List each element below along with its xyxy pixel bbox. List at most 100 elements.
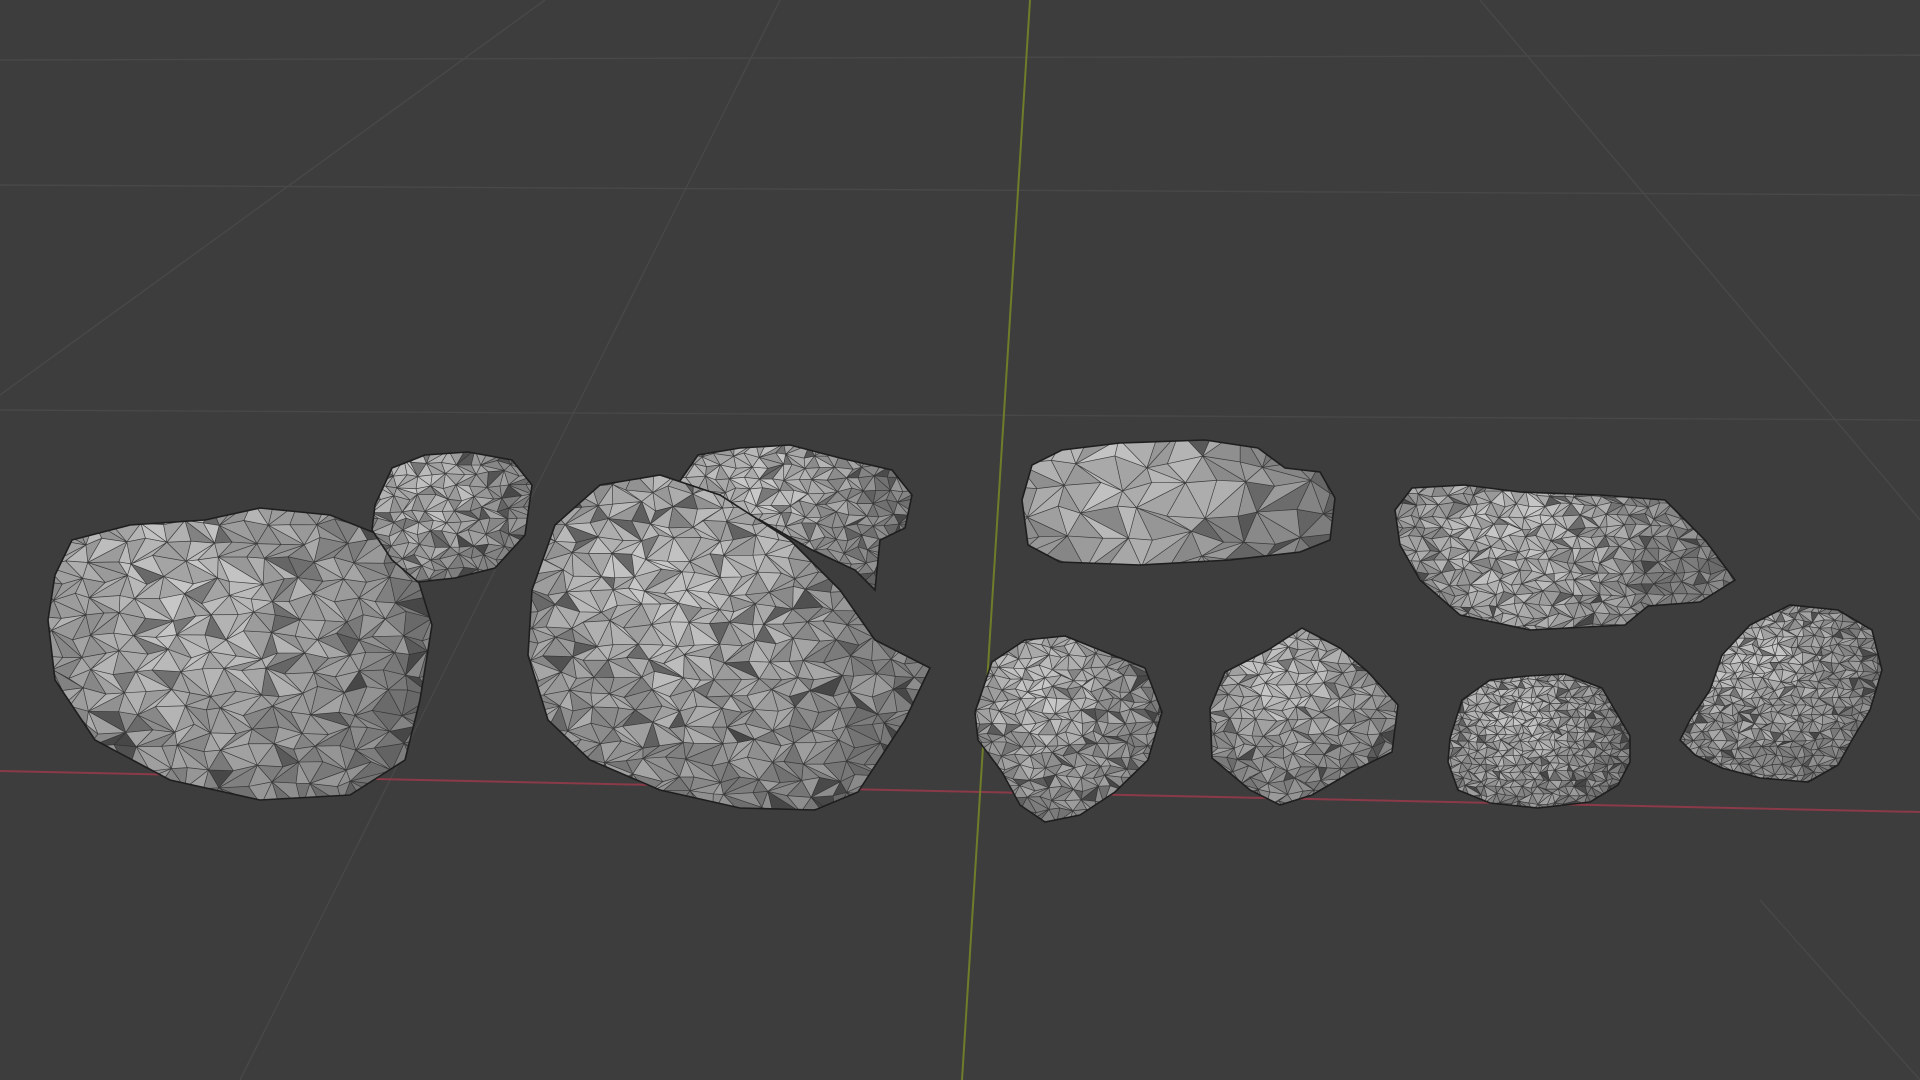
mesh-face xyxy=(908,536,926,559)
mesh-face xyxy=(787,445,810,446)
mesh-face xyxy=(1390,636,1398,650)
mesh-face xyxy=(951,663,973,671)
mesh-face xyxy=(881,548,899,563)
mesh-face xyxy=(1225,556,1266,565)
mesh-face xyxy=(48,525,49,541)
mesh-face xyxy=(531,494,532,507)
mesh-face xyxy=(383,781,401,800)
mesh-face xyxy=(1176,801,1191,813)
mesh-face xyxy=(1196,755,1209,770)
mesh-face xyxy=(1266,628,1284,639)
mesh-face xyxy=(400,781,432,800)
mesh-face xyxy=(919,502,930,526)
mesh-face xyxy=(356,804,393,825)
mesh-face xyxy=(975,676,979,692)
mesh-face xyxy=(184,508,212,521)
mesh-face xyxy=(975,799,977,810)
rock-medium-2[interactable] xyxy=(1193,612,1428,820)
mesh-face xyxy=(1697,612,1717,628)
mesh-face xyxy=(1157,809,1162,821)
mesh-face xyxy=(1210,793,1214,805)
mesh-face xyxy=(777,428,788,444)
mesh-face xyxy=(1157,787,1162,800)
mesh-face xyxy=(910,499,912,516)
mesh-face xyxy=(1407,687,1427,697)
mesh-face xyxy=(1320,628,1346,640)
y-axis-line xyxy=(961,0,1031,1080)
mesh-face xyxy=(1211,648,1234,660)
mesh-face xyxy=(423,805,446,824)
mesh-face xyxy=(1577,637,1597,647)
mesh-face xyxy=(1412,595,1425,606)
mesh-face xyxy=(927,761,930,779)
mesh-face xyxy=(1376,789,1397,805)
mesh-face xyxy=(441,707,475,734)
mesh-face xyxy=(999,558,1015,582)
mesh-face xyxy=(867,455,891,466)
mesh-face xyxy=(1170,688,1185,702)
mesh-face xyxy=(1154,754,1162,770)
mesh-face xyxy=(900,458,912,465)
mesh-face xyxy=(890,575,924,588)
mesh-face xyxy=(1210,779,1230,796)
mesh-face xyxy=(377,804,401,827)
mesh-face xyxy=(1668,469,1682,484)
mesh-face xyxy=(1703,485,1726,497)
mesh-face xyxy=(943,779,972,797)
mesh-face xyxy=(529,452,532,463)
mesh-face xyxy=(1472,637,1495,650)
mesh-face xyxy=(1754,503,1768,513)
mesh-face xyxy=(1690,612,1704,628)
mesh-face xyxy=(881,539,901,562)
mesh-face xyxy=(1235,628,1256,629)
mesh-face xyxy=(1380,638,1398,651)
mesh-face xyxy=(1151,820,1162,822)
mesh-face xyxy=(1395,791,1398,805)
mesh-face xyxy=(978,812,998,822)
mesh-face xyxy=(1708,606,1726,613)
mesh-face xyxy=(1627,471,1650,482)
mesh-face xyxy=(708,815,727,828)
mesh-face xyxy=(1010,820,1029,822)
mesh-face xyxy=(1424,605,1444,613)
3d-viewport[interactable] xyxy=(0,0,1920,1080)
mesh-face xyxy=(1729,502,1735,519)
mesh-face xyxy=(552,760,578,782)
mesh-face xyxy=(537,518,547,530)
mesh-face xyxy=(1211,615,1231,627)
mesh-face xyxy=(975,767,997,779)
mesh-face xyxy=(1160,666,1162,680)
mesh-face xyxy=(900,445,912,459)
mesh-face xyxy=(1132,645,1152,660)
mesh-face xyxy=(923,489,933,505)
rock-flat-plate-right[interactable] xyxy=(1379,469,1769,652)
mesh-face xyxy=(1176,711,1190,725)
mesh-face xyxy=(667,455,688,474)
mesh-face xyxy=(1716,606,1733,613)
mesh-face xyxy=(542,506,559,524)
mesh-face xyxy=(288,481,313,503)
mesh-face xyxy=(203,508,220,526)
mesh-face xyxy=(846,575,864,589)
mesh-face xyxy=(922,536,930,558)
mesh-face xyxy=(528,573,534,588)
mesh-face xyxy=(184,788,210,800)
mesh-face xyxy=(1102,622,1113,635)
viewport-canvas[interactable] xyxy=(0,0,1920,1080)
rock-flat-slab[interactable] xyxy=(988,403,1405,595)
mesh-face xyxy=(1684,496,1702,506)
mesh-face xyxy=(1696,485,1704,497)
mesh-face xyxy=(1720,513,1730,526)
mesh-face xyxy=(789,812,807,831)
mesh-face xyxy=(954,705,977,726)
mesh-face xyxy=(531,781,553,797)
mesh-face xyxy=(1395,571,1417,586)
mesh-face xyxy=(1196,743,1209,756)
mesh-face xyxy=(447,743,480,770)
mesh-face xyxy=(507,588,526,613)
mesh-face xyxy=(1353,628,1371,639)
mesh-face xyxy=(529,460,532,475)
mesh-face xyxy=(1326,564,1335,565)
mesh-face xyxy=(763,812,801,827)
rock-medium-1[interactable] xyxy=(959,620,1192,836)
